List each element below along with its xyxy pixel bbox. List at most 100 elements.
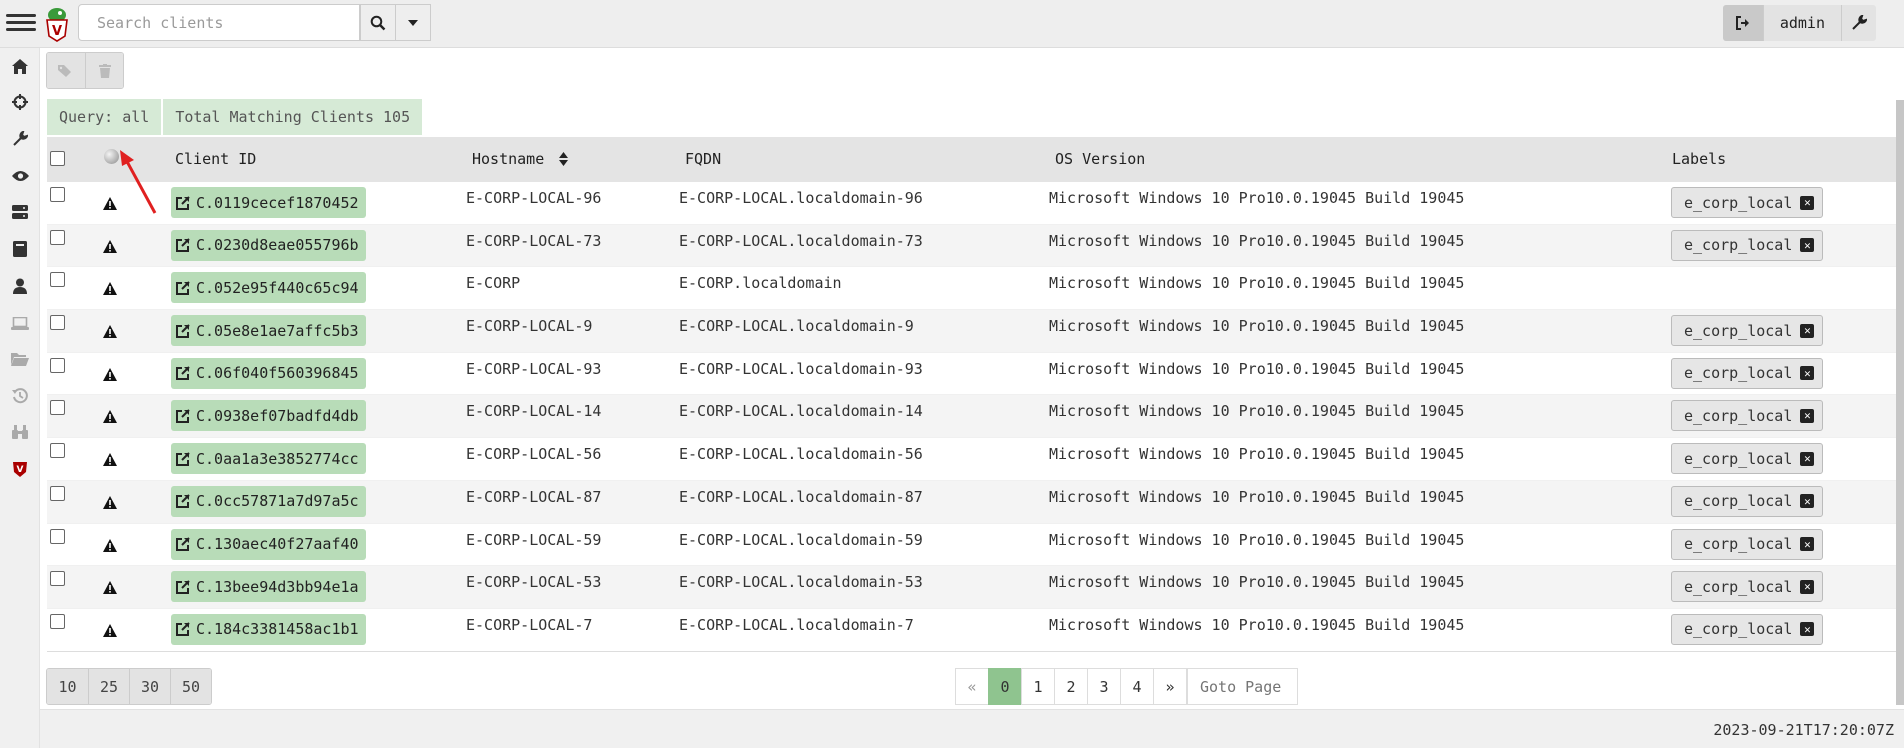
search-button[interactable] (360, 4, 396, 41)
home-icon[interactable] (10, 56, 30, 76)
client-label-text: e_corp_local (1684, 492, 1793, 511)
remove-label-icon[interactable]: ✕ (1800, 622, 1815, 637)
page-size-option[interactable]: 50 (170, 669, 211, 704)
row-checkbox[interactable] (50, 571, 65, 587)
client-id-link[interactable]: C.0230d8eae055796b (171, 229, 366, 261)
folder-open-icon[interactable] (10, 349, 30, 369)
remove-label-icon[interactable]: ✕ (1800, 451, 1815, 466)
client-label[interactable]: e_corp_local ✕ (1671, 229, 1824, 261)
page-button-0[interactable]: 0 (988, 668, 1022, 705)
search-input[interactable] (78, 4, 360, 41)
user-settings-button[interactable] (1842, 5, 1876, 41)
client-id-link[interactable]: C.0119cecef1870452 (171, 187, 366, 218)
column-fqdn[interactable]: FQDN (685, 150, 721, 168)
remove-label-icon[interactable]: ✕ (1800, 408, 1815, 423)
client-id-link[interactable]: C.052e95f440c65c94 (171, 272, 366, 304)
eye-icon[interactable] (10, 166, 30, 186)
page-size-option[interactable]: 30 (129, 669, 170, 704)
remove-label-icon[interactable]: ✕ (1800, 537, 1815, 551)
row-checkbox[interactable] (50, 272, 65, 288)
remove-label-icon[interactable]: ✕ (1800, 366, 1815, 381)
prev-page-button[interactable]: « (955, 668, 989, 705)
user-icon[interactable] (10, 276, 30, 296)
row-checkbox[interactable] (50, 528, 65, 544)
crosshairs-icon[interactable] (10, 92, 30, 112)
history-icon[interactable] (10, 386, 30, 406)
row-checkbox[interactable] (50, 187, 65, 202)
row-checkbox[interactable] (50, 400, 65, 416)
page-button-3[interactable]: 3 (1087, 668, 1121, 705)
column-client-id[interactable]: Client ID (175, 150, 256, 168)
remove-label-icon[interactable]: ✕ (1800, 579, 1815, 594)
page-size-option[interactable]: 10 (47, 669, 88, 704)
user-name[interactable]: admin (1762, 5, 1842, 41)
label-clients-button[interactable] (47, 53, 85, 88)
table-row[interactable]: C.13bee94d3bb94e1a E-CORP-LOCAL-53 E-CORP-… (47, 566, 1904, 609)
velociraptor-shield-icon[interactable]: V (10, 459, 30, 479)
goto-page-input[interactable] (1187, 668, 1298, 705)
column-labels[interactable]: Labels (1672, 150, 1726, 168)
page-size-option[interactable]: 25 (88, 669, 129, 704)
client-id-link[interactable]: C.06f040f560396845 (171, 357, 366, 389)
server-icon[interactable] (10, 202, 30, 222)
table-row[interactable]: C.06f040f560396845 E-CORP-LOCAL-93 E-CORP-… (47, 353, 1904, 396)
client-id-link[interactable]: C.0938ef07badfd4db (171, 400, 366, 432)
book-icon[interactable] (10, 239, 30, 259)
client-id-link[interactable]: C.0aa1a3e3852774cc (171, 443, 366, 475)
table-row[interactable]: C.0aa1a3e3852774cc E-CORP-LOCAL-56 E-CORP-… (47, 438, 1904, 481)
column-os-version[interactable]: OS Version (1055, 150, 1145, 168)
row-checkbox[interactable] (50, 485, 65, 501)
table-row[interactable]: C.0230d8eae055796b E-CORP-LOCAL-73 E-CORP-… (47, 224, 1904, 268)
hostname-cell: E-CORP-LOCAL-87 (466, 487, 602, 506)
table-row[interactable]: C.184c3381458ac1b1 E-CORP-LOCAL-7 E-CORP-L… (47, 609, 1904, 652)
os-version-cell: Microsoft Windows 10 Pro10.0.19045 Build… (1049, 231, 1465, 250)
wrench-icon[interactable] (10, 129, 30, 149)
os-version-cell: Microsoft Windows 10 Pro10.0.19045 Build… (1049, 530, 1465, 549)
binoculars-icon[interactable] (10, 422, 30, 442)
remove-label-icon[interactable]: ✕ (1800, 238, 1815, 253)
client-label[interactable]: e_corp_local ✕ (1671, 400, 1824, 432)
remove-label-icon[interactable]: ✕ (1800, 323, 1815, 338)
row-checkbox[interactable] (50, 443, 65, 459)
client-label[interactable]: e_corp_local ✕ (1671, 315, 1824, 347)
client-label[interactable]: e_corp_local ✕ (1671, 187, 1824, 218)
client-label[interactable]: e_corp_local ✕ (1671, 443, 1824, 475)
logout-button[interactable] (1722, 5, 1763, 41)
client-label[interactable]: e_corp_local ✕ (1671, 613, 1824, 645)
column-hostname[interactable]: Hostname (472, 150, 569, 168)
client-label[interactable]: e_corp_local ✕ (1671, 485, 1824, 517)
page-button-1[interactable]: 1 (1021, 668, 1055, 705)
scrollbar[interactable] (1896, 100, 1904, 705)
client-id-link[interactable]: C.184c3381458ac1b1 (171, 613, 366, 645)
next-page-button[interactable]: » (1153, 668, 1187, 705)
menu-icon[interactable] (6, 10, 36, 38)
row-checkbox[interactable] (50, 357, 65, 373)
table-row[interactable]: C.05e8e1ae7affc5b3 E-CORP-LOCAL-9 E-CORP-L… (47, 310, 1904, 353)
table-row[interactable]: C.130aec40f27aaf40 E-CORP-LOCAL-59 E-CORP-… (47, 524, 1904, 567)
remove-label-icon[interactable]: ✕ (1800, 195, 1815, 210)
delete-clients-button[interactable] (85, 53, 123, 88)
table-row[interactable]: C.0119cecef1870452 E-CORP-LOCAL-96 E-CORP-… (47, 182, 1904, 225)
page-button-2[interactable]: 2 (1054, 668, 1088, 705)
search-dropdown-button[interactable] (395, 4, 431, 41)
client-id-text: C.0938ef07badfd4db (196, 406, 359, 425)
client-id-link[interactable]: C.130aec40f27aaf40 (171, 528, 366, 560)
row-checkbox[interactable] (50, 315, 65, 331)
table-row[interactable]: C.0938ef07badfd4db E-CORP-LOCAL-14 E-CORP-… (47, 395, 1904, 439)
client-label[interactable]: e_corp_local ✕ (1671, 357, 1824, 389)
row-checkbox[interactable] (50, 613, 65, 629)
table-row[interactable]: C.0cc57871a7d97a5c E-CORP-LOCAL-87 E-CORP-… (47, 480, 1904, 524)
row-checkbox[interactable] (50, 229, 65, 245)
table-row[interactable]: C.052e95f440c65c94 E-CORP E-CORP.localdoma… (47, 267, 1904, 311)
client-label[interactable]: e_corp_local ✕ (1671, 571, 1824, 603)
remove-label-icon[interactable]: ✕ (1800, 494, 1815, 509)
select-all-checkbox[interactable] (50, 151, 65, 166)
clients-table: Client ID Hostname FQDN OS Version Label… (47, 137, 1904, 652)
client-id-link[interactable]: C.13bee94d3bb94e1a (171, 571, 366, 603)
fqdn-cell: E-CORP-LOCAL.localdomain-87 (679, 487, 923, 506)
page-button-4[interactable]: 4 (1120, 668, 1154, 705)
client-label[interactable]: e_corp_local ✕ (1671, 528, 1824, 560)
client-id-link[interactable]: C.05e8e1ae7affc5b3 (171, 315, 366, 347)
client-id-link[interactable]: C.0cc57871a7d97a5c (171, 485, 366, 517)
laptop-icon[interactable] (10, 313, 30, 333)
